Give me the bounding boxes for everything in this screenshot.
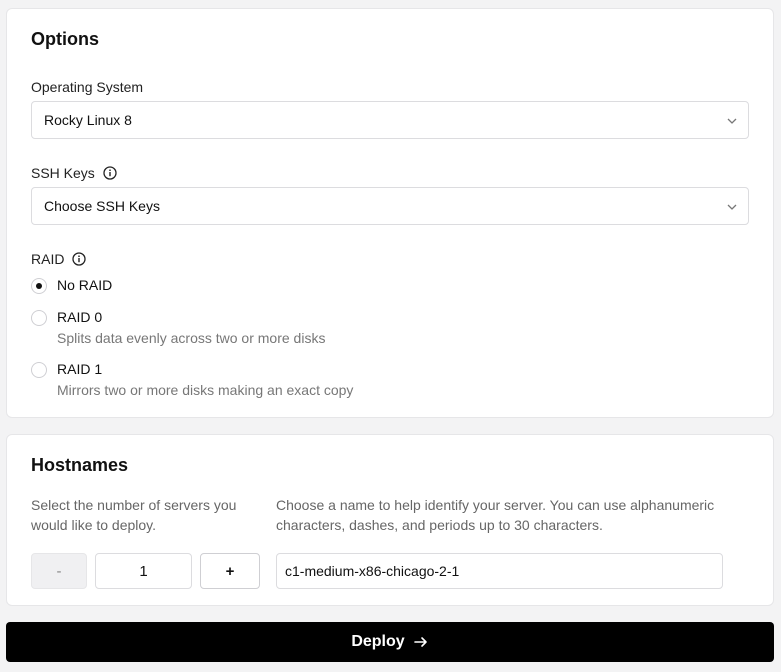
raid-option-1[interactable]: RAID 1 Mirrors two or more disks making … xyxy=(31,361,353,398)
increment-button[interactable]: + xyxy=(200,553,260,589)
info-icon[interactable] xyxy=(103,166,117,180)
hostname-help: Choose a name to help identify your serv… xyxy=(276,497,715,533)
raid-option-description: Splits data evenly across two or more di… xyxy=(57,330,326,346)
raid-option-description: Mirrors two or more disks making an exac… xyxy=(57,382,354,398)
os-select-value: Rocky Linux 8 xyxy=(44,112,132,128)
deploy-button[interactable]: Deploy xyxy=(6,622,774,662)
raid-option-label: RAID 0 xyxy=(57,309,103,325)
radio-button[interactable] xyxy=(31,362,47,378)
deploy-label: Deploy xyxy=(351,633,405,650)
chevron-down-icon xyxy=(727,204,737,210)
hostnames-card: Hostnames Select the number of servers y… xyxy=(6,434,774,606)
raid-label: RAID xyxy=(31,251,87,267)
info-icon[interactable] xyxy=(72,252,87,266)
os-label: Operating System xyxy=(31,79,143,95)
options-card: Options Operating System Rocky Linux 8 S… xyxy=(6,8,774,418)
server-count-help: Select the number of servers you would l… xyxy=(31,497,237,533)
raid-label-text: RAID xyxy=(31,251,65,267)
radio-button[interactable] xyxy=(31,278,47,294)
decrement-button[interactable]: - xyxy=(31,553,87,589)
ssh-label: SSH Keys xyxy=(31,165,117,181)
ssh-keys-placeholder: Choose SSH Keys xyxy=(44,198,160,214)
os-label-text: Operating System xyxy=(31,79,144,95)
hostname-input[interactable] xyxy=(276,553,723,589)
raid-option-none[interactable]: No RAID xyxy=(31,277,112,294)
radio-button[interactable] xyxy=(31,310,47,326)
ssh-label-text: SSH Keys xyxy=(31,165,95,181)
chevron-down-icon xyxy=(727,118,737,124)
server-count-input[interactable]: 1 xyxy=(95,553,192,589)
hostnames-title: Hostnames xyxy=(31,455,129,475)
arrow-right-icon xyxy=(413,637,427,647)
os-select[interactable]: Rocky Linux 8 xyxy=(31,101,749,139)
raid-option-label: RAID 1 xyxy=(57,361,103,377)
raid-option-0[interactable]: RAID 0 Splits data evenly across two or … xyxy=(31,309,325,346)
options-title: Options xyxy=(31,29,99,49)
ssh-keys-select[interactable]: Choose SSH Keys xyxy=(31,187,749,225)
raid-option-label: No RAID xyxy=(57,277,113,293)
